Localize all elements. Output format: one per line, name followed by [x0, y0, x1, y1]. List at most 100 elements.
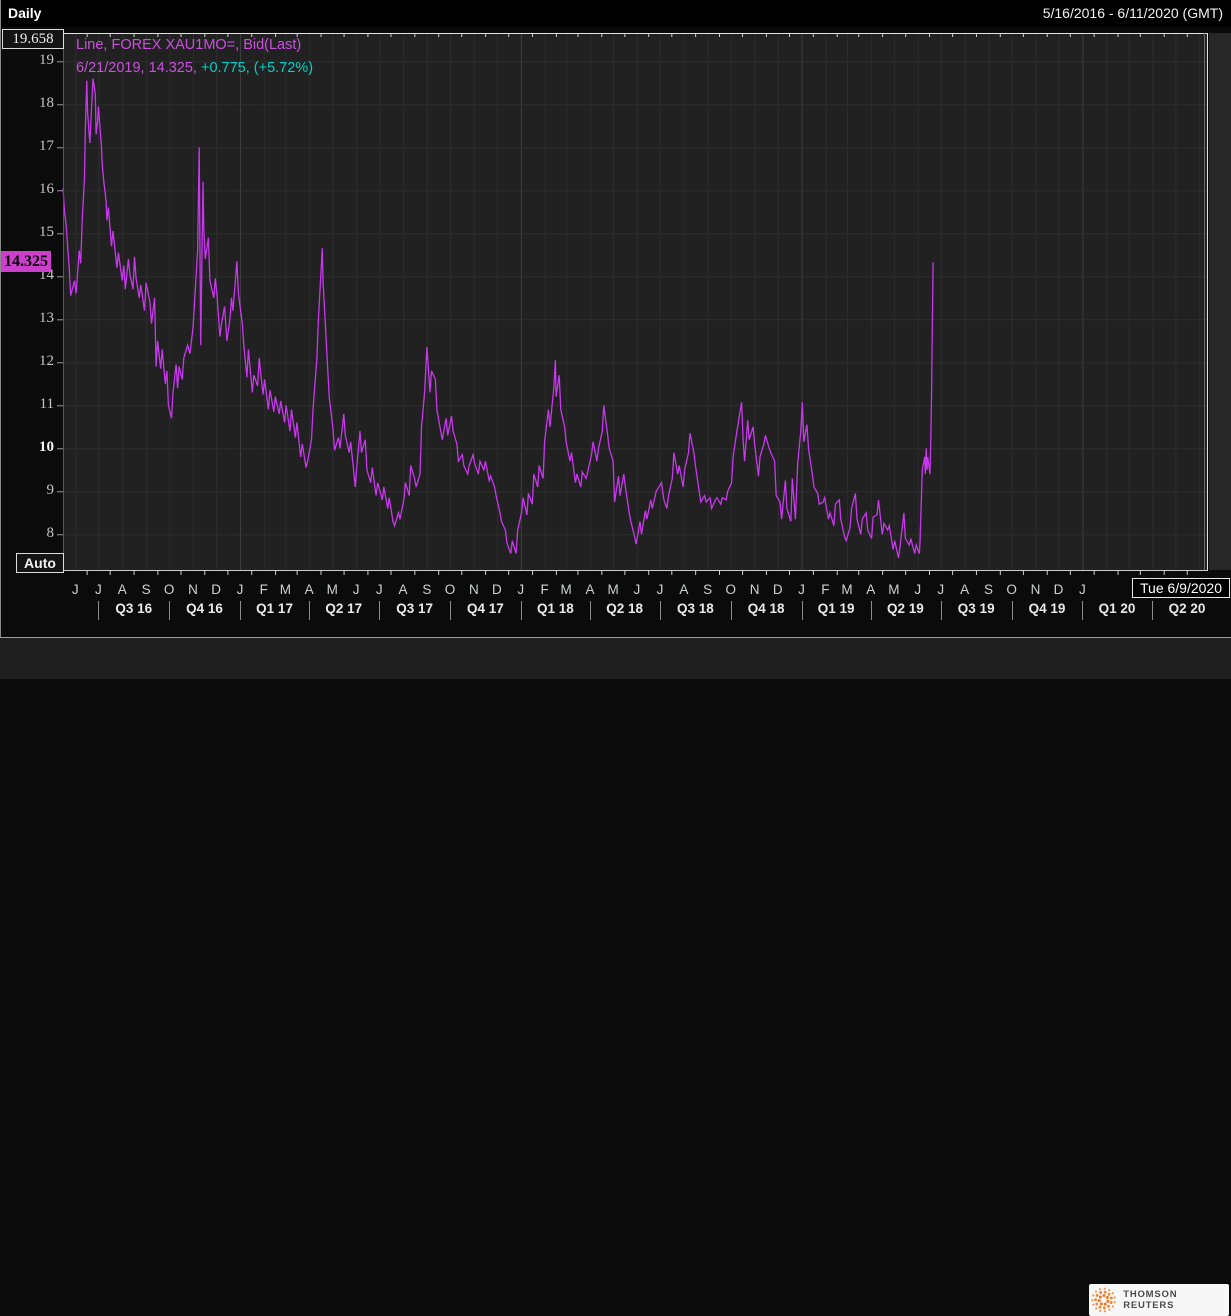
legend-date-value-text: 6/21/2019, 14.325, [76, 60, 197, 76]
quarter-label-Q2-17: Q2 17 [325, 601, 363, 616]
quarter-label-Q1-20: Q1 20 [1098, 601, 1136, 616]
quarter-separator [520, 601, 522, 620]
bottom-band: THOMSON REUTERS [0, 638, 1231, 1316]
cursor-date-box[interactable]: Tue 6/9/2020 [1132, 578, 1230, 598]
quarter-label-Q2-19: Q2 19 [887, 601, 924, 616]
quarter-separator [1011, 601, 1013, 620]
quarter-separator [730, 601, 732, 620]
quarter-separator [449, 601, 451, 620]
quarter-label-Q4-18: Q4 18 [747, 601, 785, 616]
quarter-separator [589, 601, 591, 620]
month-label-2017-07: J [375, 582, 383, 597]
month-label-2019-06: J [914, 582, 922, 597]
quarter-separator [169, 601, 171, 620]
month-label-2019-10: O [1006, 582, 1017, 597]
quarter-separator [940, 601, 942, 620]
month-label-2017-04: A [304, 582, 314, 597]
month-label-2018-12: D [772, 582, 783, 597]
month-label-2019-02: F [821, 582, 830, 597]
month-label-2017-08: A [398, 582, 408, 597]
month-label-2018-07: J [656, 582, 664, 597]
plot-area[interactable] [63, 33, 1207, 570]
quarter-separator [870, 601, 872, 620]
month-label-2019-04: A [866, 582, 876, 597]
y-tick-label-19: 19 [39, 52, 54, 69]
month-label-2016-07: J [95, 582, 102, 597]
month-label-2017-09: S [422, 582, 432, 597]
month-label-2018-08: A [679, 582, 689, 597]
y-tick-label-9: 9 [46, 482, 55, 499]
quarter-label-Q2-18: Q2 18 [606, 601, 643, 616]
last-price-tag[interactable]: 14.325 [1, 251, 51, 273]
month-label-2017-01: J [236, 582, 244, 597]
chart-canvas[interactable] [0, 0, 1231, 679]
month-label-2018-01: J [517, 582, 525, 597]
month-label-2017-12: D [492, 582, 502, 597]
reuters-kinetic-icon [1091, 1287, 1116, 1313]
plot-right-gutter [1209, 33, 1231, 570]
month-label-2016-11: N [188, 582, 198, 597]
month-label-2017-05: M [326, 582, 338, 597]
series-legend: Line, FOREX XAU1MO=, Bid(Last) 6/21/2019… [76, 34, 313, 80]
y-tick-label-16: 16 [39, 181, 54, 198]
chart-application-window: { "header": { "timeframe": "Daily", "dat… [0, 0, 1231, 1316]
quarter-separator [1152, 601, 1154, 620]
legend-series-text: Line, FOREX XAU1MO=, Bid(Last) [76, 37, 302, 53]
quarter-label-Q4-19: Q4 19 [1028, 601, 1066, 616]
legend-change-text: +0.775, (+5.72%) [200, 60, 314, 76]
quarter-separator [1082, 601, 1084, 620]
quarter-label-Q1-17: Q1 17 [256, 601, 293, 616]
scale-top-value-box[interactable]: 19.658 [2, 29, 64, 49]
quarter-label-Q3-19: Q3 19 [957, 601, 995, 616]
quarter-separator [379, 601, 381, 620]
y-tick-label-10: 10 [39, 439, 54, 456]
month-label-2017-11: N [468, 582, 479, 597]
month-label-2019-03: M [841, 582, 853, 597]
month-label-2017-03: M [279, 582, 291, 597]
month-label-2019-09: S [983, 582, 993, 597]
y-tick-label-17: 17 [39, 138, 54, 155]
month-label-2019-05: M [888, 582, 900, 597]
quarter-separator [660, 601, 661, 620]
month-label-2019-01: J [798, 582, 805, 597]
month-label-2016-12: D [211, 582, 221, 597]
month-label-2018-10: O [725, 582, 737, 597]
quarter-label-Q3-16: Q3 16 [115, 601, 153, 616]
legend-series-line[interactable]: Line, FOREX XAU1MO=, Bid(Last) [76, 34, 313, 57]
month-label-2020-01: J [1078, 582, 1086, 597]
quarter-label-Q3-18: Q3 18 [677, 601, 714, 616]
y-tick-label-11: 11 [39, 396, 54, 413]
auto-scale-button[interactable]: Auto [16, 553, 64, 573]
month-label-2016-10: O [163, 582, 175, 597]
quarter-label-Q2-20: Q2 20 [1168, 601, 1206, 616]
quarter-separator [98, 601, 100, 620]
month-label-2018-11: N [749, 582, 760, 597]
month-label-2016-06: J [71, 582, 79, 597]
y-tick-label-12: 12 [39, 353, 54, 370]
month-label-2018-05: M [607, 582, 619, 597]
month-label-2018-02: F [540, 582, 549, 597]
legend-value-line[interactable]: 6/21/2019, 14.325, +0.775, (+5.72%) [76, 57, 313, 80]
quarter-label-Q1-18: Q1 18 [536, 601, 574, 616]
month-label-2016-08: A [117, 582, 127, 597]
month-label-2018-04: A [585, 582, 595, 597]
month-label-2019-11: N [1030, 582, 1041, 597]
thomson-reuters-logo: THOMSON REUTERS [1089, 1284, 1229, 1316]
month-label-2018-06: J [633, 582, 641, 597]
y-tick-label-8: 8 [46, 525, 55, 542]
month-label-2018-03: M [560, 582, 572, 597]
month-label-2019-12: D [1053, 582, 1064, 597]
window-left-border [0, 0, 1, 638]
month-label-2019-08: A [960, 582, 970, 597]
month-label-2019-07: J [937, 582, 945, 597]
month-label-2017-10: O [444, 582, 456, 597]
quarter-separator [309, 601, 311, 620]
quarter-label-Q1-19: Q1 19 [817, 601, 855, 616]
quarter-label-Q4-16: Q4 16 [186, 601, 223, 616]
thomson-reuters-wordmark: THOMSON REUTERS [1123, 1289, 1178, 1311]
month-label-2016-09: S [141, 582, 151, 597]
quarter-separator [801, 601, 803, 620]
quarter-label-Q4-17: Q4 17 [466, 601, 504, 616]
month-label-2018-09: S [703, 582, 713, 597]
y-tick-label-18: 18 [39, 95, 54, 112]
